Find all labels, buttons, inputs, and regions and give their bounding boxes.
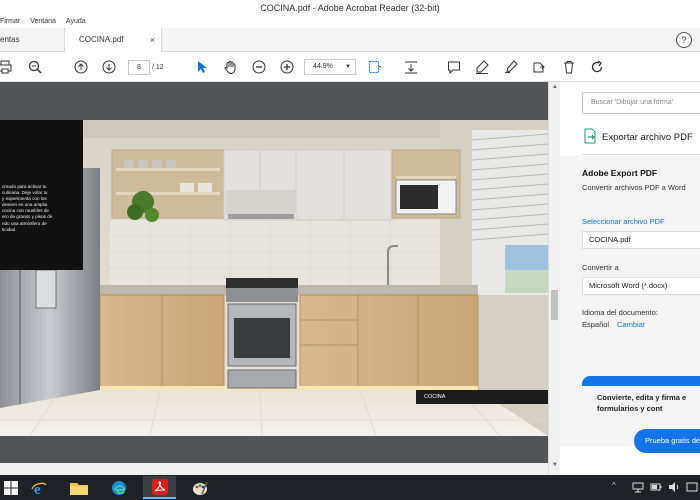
highlight-icon[interactable] bbox=[474, 59, 490, 75]
chevron-down-icon: ▼ bbox=[345, 64, 351, 70]
notification-tray-icon[interactable] bbox=[686, 481, 698, 493]
export-pdf-label: Exportar archivo PDF bbox=[602, 131, 693, 143]
zoom-out-icon[interactable] bbox=[251, 59, 267, 75]
promo-line: formularios y cont bbox=[597, 404, 663, 413]
pdf-page: creado para activar tu culinaria. Deje v… bbox=[0, 120, 548, 436]
format-select[interactable]: Microsoft Word (*.docx) bbox=[582, 277, 700, 295]
tools-pane: Buscar 'Dibujar una forma' Exportar arch… bbox=[560, 82, 700, 475]
convert-button[interactable] bbox=[582, 376, 700, 386]
taskbar: e ^ bbox=[0, 475, 700, 500]
tab-tools-label: entas bbox=[0, 35, 20, 44]
scroll-mode-icon[interactable] bbox=[403, 59, 419, 75]
convert-to-label: Convertir a bbox=[582, 263, 619, 272]
zoom-select[interactable]: 44.9% ▼ bbox=[304, 59, 356, 75]
ie-icon[interactable]: e bbox=[22, 476, 55, 499]
change-language-link[interactable]: Cambiar bbox=[617, 320, 645, 329]
page-number-input[interactable]: 8 bbox=[128, 60, 150, 75]
description-overlay: creado para activar tu culinaria. Deje v… bbox=[0, 120, 83, 270]
acrobat-icon[interactable] bbox=[143, 476, 176, 499]
divider bbox=[582, 154, 700, 155]
tray-chevron-icon[interactable]: ^ bbox=[612, 481, 616, 490]
volume-tray-icon[interactable] bbox=[668, 481, 680, 493]
paint-icon[interactable] bbox=[183, 476, 216, 499]
zoom-search-icon[interactable] bbox=[27, 59, 43, 75]
export-pdf-tool[interactable]: Exportar archivo PDF bbox=[582, 126, 693, 148]
promo-text: Convierte, edita y firma e formularios y… bbox=[560, 392, 700, 414]
tabs-row: entas COCINA.pdf × bbox=[0, 28, 700, 52]
window-title: COCINA.pdf - Adobe Acrobat Reader (32-bi… bbox=[0, 0, 700, 16]
overlay-text-line: ticidad. bbox=[2, 226, 17, 232]
zoom-in-icon[interactable] bbox=[279, 59, 295, 75]
prev-page-icon[interactable] bbox=[73, 59, 89, 75]
vertical-scrollbar[interactable]: ▲ ▼ bbox=[548, 82, 560, 475]
scrollbar-thumb[interactable] bbox=[551, 290, 558, 320]
tools-search-input[interactable]: Buscar 'Dibujar una forma' bbox=[582, 92, 700, 114]
rotate-icon[interactable] bbox=[589, 59, 605, 75]
network-tray-icon[interactable] bbox=[632, 481, 644, 493]
menu-item-ayuda[interactable]: Ayuda bbox=[66, 16, 86, 28]
help-icon[interactable]: ? bbox=[676, 32, 692, 48]
menu-item-ventana[interactable]: Ventana bbox=[30, 16, 56, 28]
share-icon[interactable] bbox=[531, 59, 547, 75]
select-pointer-icon[interactable] bbox=[194, 59, 210, 75]
hand-icon[interactable] bbox=[222, 59, 238, 75]
language-value: Español bbox=[582, 320, 610, 329]
panel-heading: Adobe Export PDF bbox=[582, 168, 658, 178]
toolbar: 8 / 12 44.9% ▼ bbox=[0, 52, 700, 82]
export-pdf-icon bbox=[582, 128, 598, 147]
battery-tray-icon[interactable] bbox=[650, 481, 662, 493]
zoom-value: 44.9% bbox=[313, 63, 333, 70]
close-tab-icon[interactable]: × bbox=[150, 28, 155, 52]
tab-document[interactable]: COCINA.pdf × bbox=[65, 28, 162, 52]
sign-icon[interactable] bbox=[503, 59, 519, 75]
image-caption: COCINA bbox=[416, 390, 548, 404]
page-total: / 12 bbox=[152, 64, 164, 71]
next-page-icon[interactable] bbox=[101, 59, 117, 75]
edge-icon[interactable] bbox=[102, 476, 135, 499]
delete-icon[interactable] bbox=[561, 59, 577, 75]
language-label: Idioma del documento: bbox=[582, 308, 658, 317]
panel-subtitle: Convertir archivos PDF a Word bbox=[582, 183, 686, 192]
select-pdf-link[interactable]: Seleccionar archivo PDF bbox=[582, 217, 665, 226]
tab-document-label: COCINA.pdf bbox=[79, 35, 124, 44]
file-explorer-icon[interactable] bbox=[62, 476, 95, 499]
print-icon[interactable] bbox=[0, 59, 13, 75]
menu-bar: Firmar Ventana Ayuda bbox=[0, 16, 700, 28]
horizontal-scrollbar[interactable] bbox=[0, 463, 548, 475]
promo-line: Convierte, edita y firma e bbox=[597, 393, 687, 402]
selected-file-field[interactable]: COCINA.pdf bbox=[582, 231, 700, 249]
menu-item-firmar[interactable]: Firmar bbox=[0, 16, 20, 28]
fit-page-icon[interactable] bbox=[367, 59, 383, 75]
free-trial-button[interactable]: Prueba gratis de bbox=[634, 429, 700, 453]
comment-icon[interactable] bbox=[446, 59, 462, 75]
tab-tools[interactable]: entas bbox=[0, 28, 65, 52]
